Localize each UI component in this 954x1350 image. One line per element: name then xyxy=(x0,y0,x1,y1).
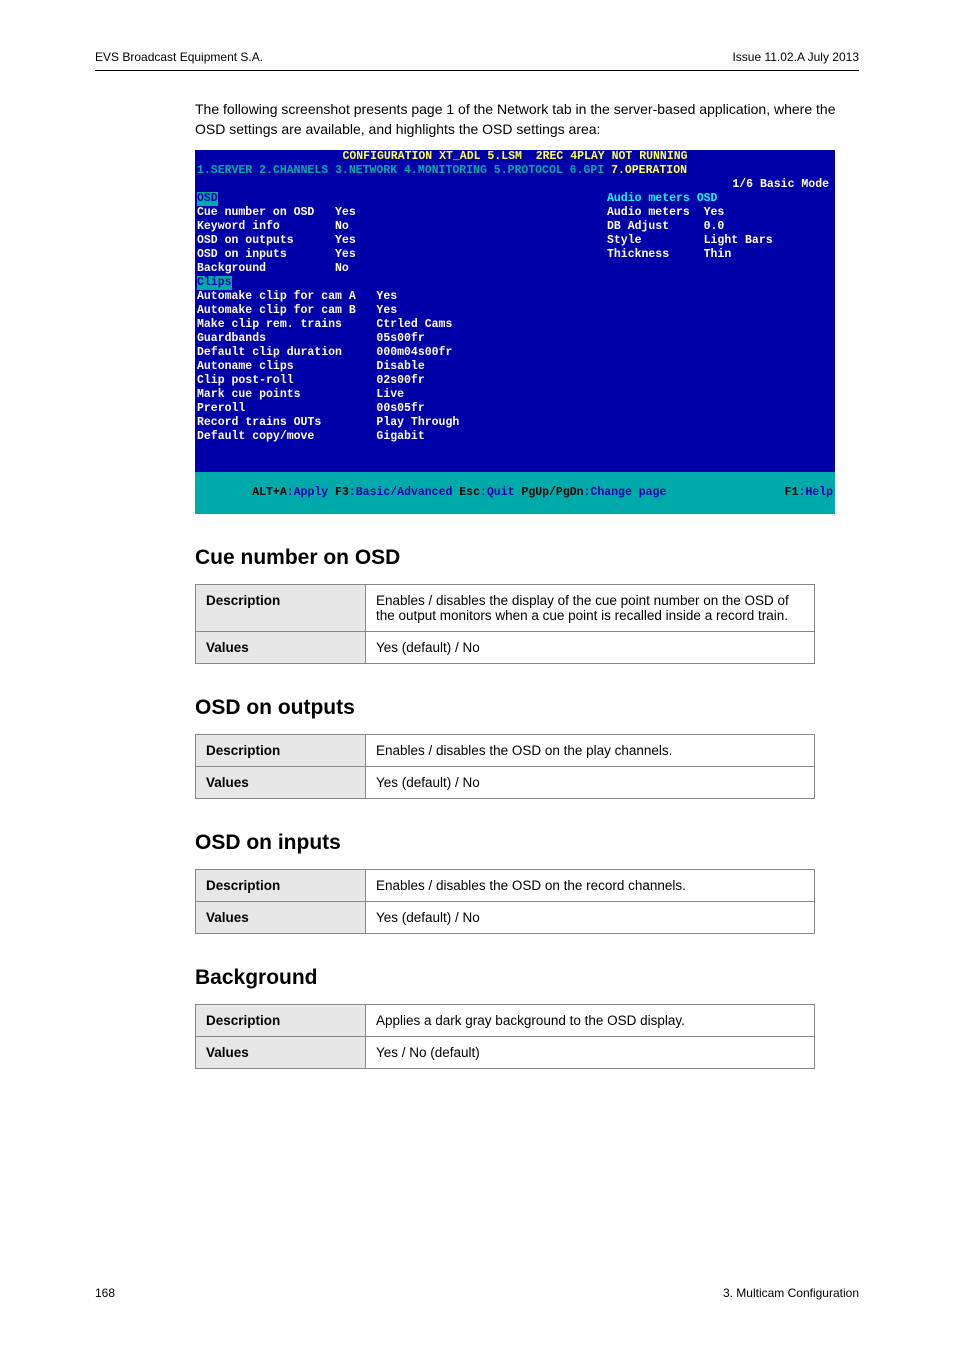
description-value: Applies a dark gray background to the OS… xyxy=(366,1004,815,1036)
values-label: Values xyxy=(196,631,366,663)
terminal-screenshot: CONFIGURATION XT_ADL 5.LSM 2REC 4PLAY NO… xyxy=(195,150,835,514)
terminal-osd-row: Keyword info No xyxy=(197,220,397,234)
hotkey-basicadv: F3 xyxy=(335,486,349,499)
terminal-audio-row: Audio meters Yes xyxy=(607,206,833,220)
terminal-audio-header: Audio meters OSD xyxy=(607,192,717,205)
terminal-audio-row: Thickness Thin xyxy=(607,248,833,262)
terminal-clips-row: Preroll 00s05fr xyxy=(197,402,833,416)
hotkey-page: PgUp/PgDn xyxy=(521,486,583,499)
property-table: DescriptionApplies a dark gray backgroun… xyxy=(195,1004,815,1069)
description-value: Enables / disables the display of the cu… xyxy=(366,584,815,631)
terminal-clips-row: Default clip duration 000m04s00fr xyxy=(197,346,833,360)
description-label: Description xyxy=(196,734,366,766)
section-title: OSD on outputs xyxy=(195,696,859,720)
terminal-osd-row: Cue number on OSD Yes xyxy=(197,206,397,220)
terminal-clips-row: Clip post-roll 02s00fr xyxy=(197,374,833,388)
terminal-audio-row: Style Light Bars xyxy=(607,234,833,248)
hotkey-quit: Esc xyxy=(459,486,480,499)
hotkey-apply: ALT+A xyxy=(252,486,287,499)
description-value: Enables / disables the OSD on the record… xyxy=(366,869,815,901)
header-left: EVS Broadcast Equipment S.A. xyxy=(95,50,263,64)
hotkey-help: F1 xyxy=(785,486,799,499)
terminal-clips-row: Autoname clips Disable xyxy=(197,360,833,374)
section-title: OSD on inputs xyxy=(195,831,859,855)
terminal-clips-row: Automake clip for cam B Yes xyxy=(197,304,833,318)
terminal-clips-row: Make clip rem. trains Ctrled Cams xyxy=(197,318,833,332)
property-table: DescriptionEnables / disables the OSD on… xyxy=(195,869,815,934)
values-label: Values xyxy=(196,901,366,933)
page-footer: 168 3. Multicam Configuration xyxy=(95,1286,859,1300)
terminal-mode-indicator: 1/6 Basic Mode xyxy=(197,178,833,192)
property-table: DescriptionEnables / disables the OSD on… xyxy=(195,734,815,799)
values-value: Yes / No (default) xyxy=(366,1036,815,1068)
terminal-tabs: 1.SERVER 2.CHANNELS 3.NETWORK 4.MONITORI… xyxy=(197,164,833,178)
values-label: Values xyxy=(196,1036,366,1068)
terminal-title: CONFIGURATION XT_ADL 5.LSM 2REC 4PLAY NO… xyxy=(197,150,833,164)
terminal-osd-row: OSD on outputs Yes xyxy=(197,234,397,248)
terminal-clips-row: Record trains OUTs Play Through xyxy=(197,416,833,430)
page-header: EVS Broadcast Equipment S.A. Issue 11.02… xyxy=(95,50,859,71)
property-table: DescriptionEnables / disables the displa… xyxy=(195,584,815,664)
page-number: 168 xyxy=(95,1286,115,1300)
terminal-footer: ALT+A:Apply F3:Basic/Advanced Esc:Quit P… xyxy=(195,472,835,514)
values-value: Yes (default) / No xyxy=(366,631,815,663)
terminal-clips-row: Mark cue points Live xyxy=(197,388,833,402)
terminal-osd-row: Background No xyxy=(197,262,397,276)
terminal-clips-header: Clips xyxy=(197,276,232,290)
terminal-audio-row: DB Adjust 0.0 xyxy=(607,220,833,234)
description-label: Description xyxy=(196,869,366,901)
terminal-clips-row: Guardbands 05s00fr xyxy=(197,332,833,346)
section-title: Background xyxy=(195,966,859,990)
description-label: Description xyxy=(196,584,366,631)
terminal-osd-header: OSD xyxy=(197,192,218,206)
intro-paragraph: The following screenshot presents page 1… xyxy=(195,99,859,140)
values-label: Values xyxy=(196,766,366,798)
footer-section: 3. Multicam Configuration xyxy=(723,1286,859,1300)
terminal-clips-row: Automake clip for cam A Yes xyxy=(197,290,833,304)
terminal-clips-row: Default copy/move Gigabit xyxy=(197,430,833,444)
values-value: Yes (default) / No xyxy=(366,901,815,933)
description-value: Enables / disables the OSD on the play c… xyxy=(366,734,815,766)
section-title: Cue number on OSD xyxy=(195,546,859,570)
description-label: Description xyxy=(196,1004,366,1036)
terminal-tab-active: 7.OPERATION xyxy=(611,164,687,177)
header-right: Issue 11.02.A July 2013 xyxy=(732,50,859,64)
values-value: Yes (default) / No xyxy=(366,766,815,798)
terminal-osd-row: OSD on inputs Yes xyxy=(197,248,397,262)
